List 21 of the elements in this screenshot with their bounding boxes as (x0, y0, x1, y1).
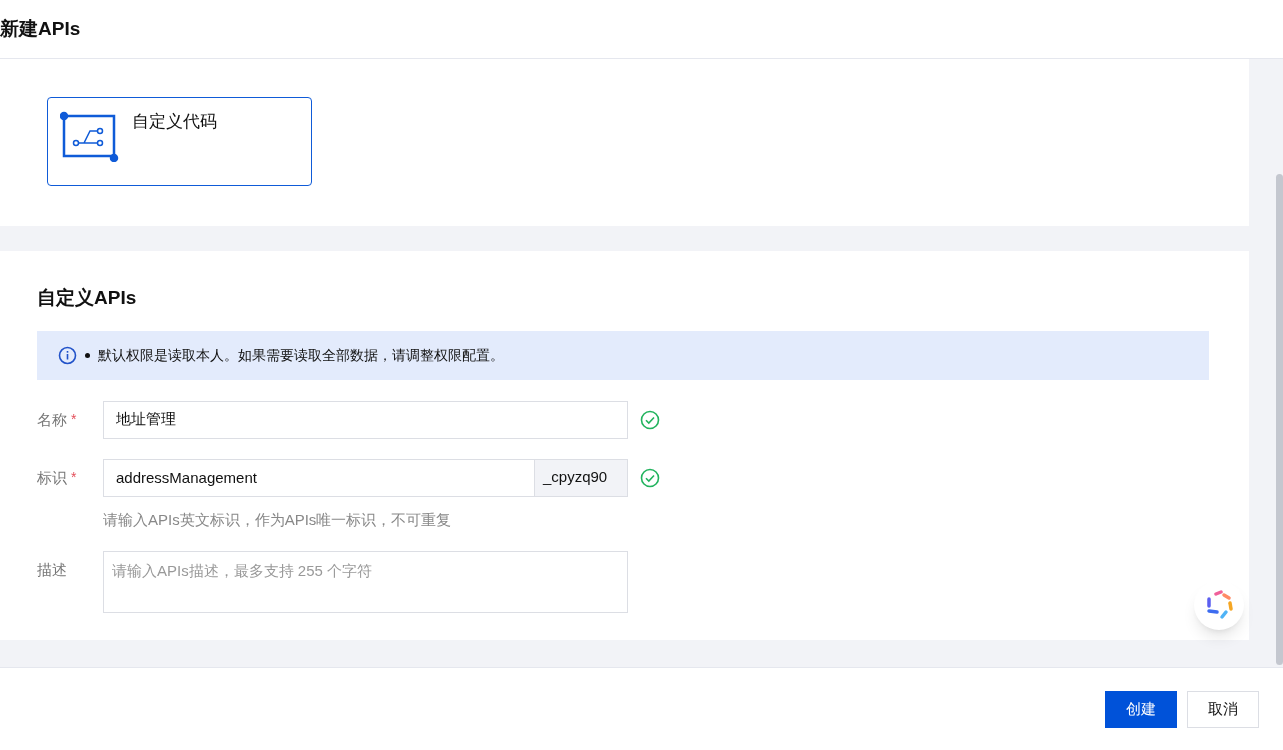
notice-text: 默认权限是读取本人。如果需要读取全部数据，请调整权限配置。 (98, 345, 504, 365)
info-icon (58, 345, 77, 365)
pinwheel-icon (1204, 590, 1234, 620)
description-field[interactable]: 请输入APIs描述，最多支持 255 个字符 (103, 551, 628, 613)
section-title: 自定义APIs (37, 286, 138, 310)
dialog-title: 新建APIs (0, 16, 81, 41)
identifier-field[interactable]: addressManagement (103, 458, 535, 497)
field-label: 标识 (37, 467, 67, 488)
circuit-icon (60, 110, 120, 162)
check-circle-icon (640, 467, 660, 488)
identifier-suffix: _cpyzq90 (535, 458, 628, 497)
field-label: 名称 (37, 409, 67, 430)
required-mark: * (71, 467, 77, 487)
field-label: 描述 (37, 560, 67, 580)
field-hint: 请输入APIs英文标识，作为APIs唯一标识，不可重复 (103, 509, 453, 530)
template-card[interactable]: 自定义代码 (47, 97, 312, 186)
name-field[interactable]: 地址管理 (103, 400, 628, 439)
required-mark: * (71, 409, 77, 429)
create-button[interactable]: 创建 (1105, 691, 1177, 728)
check-circle-icon (640, 409, 660, 430)
cancel-button[interactable]: 取消 (1187, 691, 1259, 728)
